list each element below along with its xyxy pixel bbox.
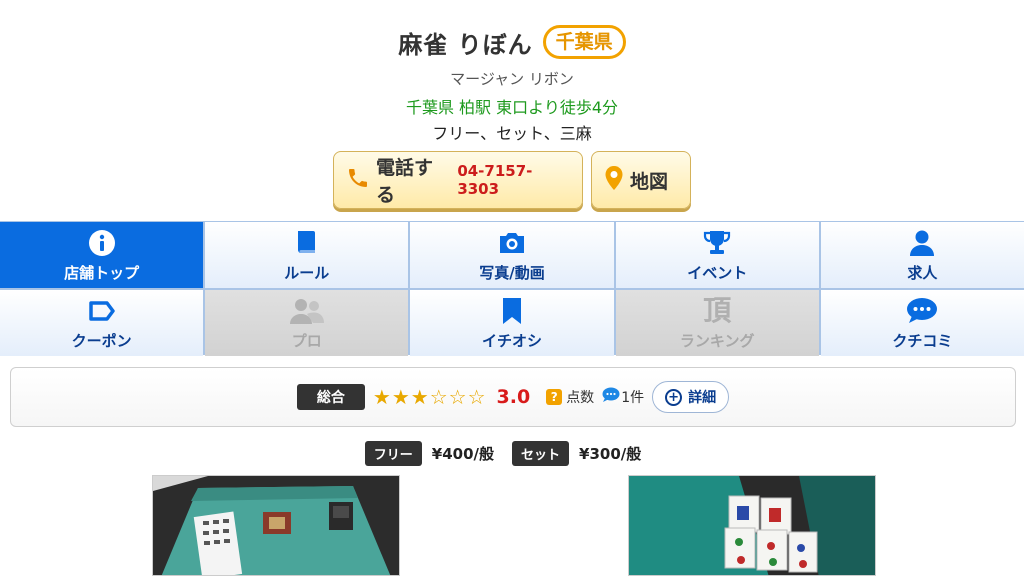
trophy-icon [702, 228, 732, 258]
detail-button[interactable]: + 詳細 [652, 381, 730, 413]
nav-label: イベント [687, 263, 748, 282]
rating-summary: 総合 ★★★☆☆☆ 3.0 ? 点数 1件 + 詳細 [10, 367, 1016, 427]
nav-label: ランキング [679, 331, 755, 350]
camera-icon [497, 228, 527, 258]
detail-label: 詳細 [688, 390, 717, 406]
info-icon [88, 228, 116, 258]
nav-label: 写真/動画 [479, 263, 545, 282]
book-icon [295, 228, 319, 258]
set-tag: セット [512, 440, 570, 466]
people-icon [289, 296, 325, 326]
comment-icon [906, 296, 938, 326]
coupon-icon [88, 296, 115, 326]
nav-label: プロ [291, 331, 322, 350]
person-icon [908, 228, 936, 258]
star-empty-icon: ☆ [448, 385, 468, 409]
star-empty-icon: ☆ [467, 385, 487, 409]
shop-name: 麻雀 りぼん [398, 30, 533, 59]
game-types: フリー、セット、三麻 [432, 124, 592, 143]
phone-icon [346, 166, 370, 194]
review-bubble-icon [602, 387, 620, 407]
action-buttons: 電話する 04-7157-3303 地図 [0, 151, 1024, 209]
points-label: 点数 [566, 390, 595, 406]
nav-shop-top[interactable]: 店舗トップ [0, 222, 204, 288]
map-button[interactable]: 地図 [591, 151, 691, 209]
shop-header: 麻雀 りぼん 千葉県 マージャン リボン 千葉県 柏駅 東口より徒歩4分 フリー… [0, 22, 1024, 143]
star-filled-icon: ★ [372, 385, 392, 409]
nav-jobs[interactable]: 求人 [820, 222, 1024, 288]
shop-kana: マージャン リボン [450, 70, 574, 88]
shop-photo-tiles[interactable] [628, 475, 876, 576]
nav-coupons[interactable]: クーポン [0, 290, 204, 356]
price-row: フリー ¥400/般 セット ¥300/般 [0, 440, 1024, 466]
nav-ranking[interactable]: 頂 ランキング [615, 290, 819, 356]
shop-access: 千葉県 柏駅 東口より徒歩4分 [405, 98, 619, 117]
nav-label: クーポン [71, 331, 132, 350]
nav-reviews[interactable]: クチコミ [820, 290, 1024, 356]
shop-nav-grid: 店舗トップ ルール 写真/動画 イベント 求人 クーポン プロ イチオシ 頂 ラ… [0, 221, 1024, 356]
star-rating: ★★★☆☆☆ [373, 385, 487, 409]
phone-number: 04-7157-3303 [457, 162, 533, 198]
nav-events[interactable]: イベント [615, 222, 819, 288]
set-price: ¥300/般 [579, 444, 642, 463]
question-icon: ? [546, 389, 563, 405]
nav-photos[interactable]: 写真/動画 [410, 222, 614, 288]
map-pin-icon [604, 165, 624, 195]
star-filled-icon: ★ [410, 385, 430, 409]
star-empty-icon: ☆ [429, 385, 449, 409]
title-row: 麻雀 りぼん 千葉県 [0, 22, 1024, 62]
prefecture-badge[interactable]: 千葉県 [542, 25, 626, 59]
ranking-icon: 頂 [703, 293, 732, 327]
nav-label: イチオシ [481, 331, 542, 350]
call-button[interactable]: 電話する 04-7157-3303 [333, 151, 583, 209]
nav-label: クチコミ [892, 331, 953, 350]
free-price: ¥400/般 [431, 444, 494, 463]
review-count: 1件 [621, 390, 645, 406]
map-label: 地図 [630, 170, 669, 193]
plus-circle-icon: + [665, 388, 683, 406]
rating-score: 3.0 [496, 386, 531, 408]
call-label: 電話する [376, 157, 434, 206]
free-tag: フリー [364, 440, 422, 466]
nav-recommend[interactable]: イチオシ [410, 290, 614, 356]
nav-pros[interactable]: プロ [205, 290, 409, 356]
nav-rules[interactable]: ルール [205, 222, 409, 288]
shop-photo-table[interactable] [152, 475, 400, 576]
bookmark-icon [501, 296, 523, 326]
overall-tag: 総合 [296, 384, 365, 410]
nav-label: 求人 [907, 263, 938, 282]
nav-label: 店舗トップ [64, 263, 140, 282]
star-filled-icon: ★ [391, 385, 411, 409]
nav-label: ルール [284, 263, 330, 282]
